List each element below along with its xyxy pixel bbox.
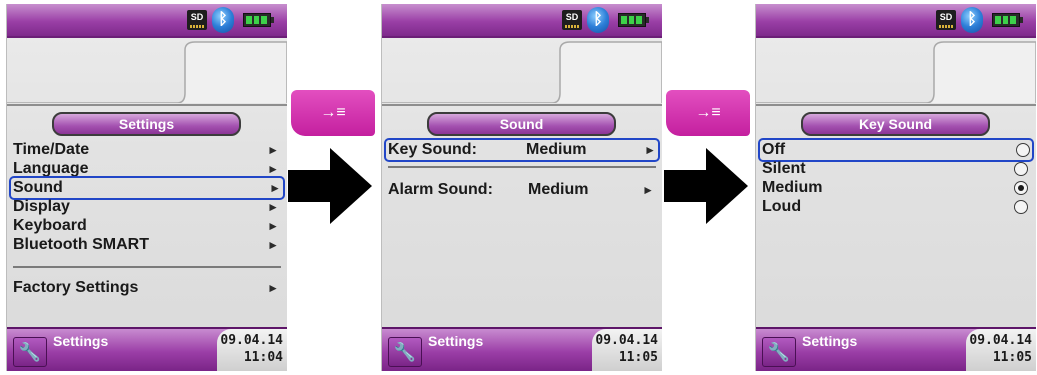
battery-icon <box>243 13 274 27</box>
menu-item-display[interactable]: Display ► <box>13 197 281 217</box>
chevron-right-icon: ► <box>267 219 279 233</box>
divider <box>13 266 281 268</box>
menu-item-alarm-sound[interactable]: Alarm Sound: Medium ► <box>388 180 656 200</box>
sd-card-icon: SD <box>936 10 956 30</box>
battery-icon <box>618 13 649 27</box>
settings-screen: SD ᛒ Time/Date ► Language ► Sound ► Display… <box>6 4 287 371</box>
screen-title: Key Sound <box>801 112 990 136</box>
footer-label: Settings <box>802 333 858 349</box>
wrench-icon[interactable]: 🔧 <box>388 337 422 367</box>
wrench-icon[interactable]: 🔧 <box>762 337 796 367</box>
datetime-display: 09.04.14 11:05 <box>592 329 662 371</box>
bottom-bar: 🔧 Settings 09.04.14 11:05 <box>756 327 1036 371</box>
arrow-right-icon <box>288 148 372 224</box>
radio-button-icon[interactable] <box>1014 200 1028 214</box>
date-text: 09.04.14 <box>220 333 283 348</box>
menu-item-sound[interactable]: Sound ► <box>9 176 285 200</box>
option-silent[interactable]: Silent <box>762 159 1030 179</box>
menu-item-time-date[interactable]: Time/Date ► <box>13 140 281 160</box>
chevron-right-icon: ► <box>267 200 279 214</box>
screen-title: Sound <box>427 112 616 136</box>
option-medium[interactable]: Medium <box>762 178 1030 198</box>
shortcut-button[interactable]: →≡ <box>666 90 750 136</box>
bluetooth-icon: ᛒ <box>961 7 983 33</box>
sd-card-icon: SD <box>187 10 207 30</box>
datetime-display: 09.04.14 11:04 <box>217 329 287 371</box>
menu-item-factory-settings[interactable]: Factory Settings ► <box>13 278 281 298</box>
menu-item-key-sound[interactable]: Key Sound: Medium ► <box>384 138 660 162</box>
menu-item-keyboard[interactable]: Keyboard ► <box>13 216 281 236</box>
wrench-icon[interactable]: 🔧 <box>13 337 47 367</box>
chevron-right-icon: ► <box>269 181 281 195</box>
bottom-bar: 🔧 Settings 09.04.14 11:04 <box>7 327 287 371</box>
chevron-right-icon: ► <box>267 281 279 295</box>
menu-item-language[interactable]: Language ► <box>13 159 281 179</box>
chevron-right-icon: ► <box>642 183 654 197</box>
chevron-right-icon: ► <box>644 143 656 157</box>
item-value: Medium <box>526 141 587 158</box>
screen-title: Settings <box>52 112 241 136</box>
chevron-right-icon: ► <box>267 162 279 176</box>
option-list: Off Silent Medium Loud <box>756 104 1036 332</box>
chevron-right-icon: ► <box>267 143 279 157</box>
time-text: 11:04 <box>243 350 283 365</box>
time-text: 11:05 <box>992 350 1032 365</box>
footer-label: Settings <box>428 333 484 349</box>
battery-icon <box>992 13 1023 27</box>
option-loud[interactable]: Loud <box>762 197 1030 217</box>
bluetooth-icon: ᛒ <box>587 7 609 33</box>
arrow-right-icon <box>664 148 748 224</box>
menu-list: Key Sound: Medium ► Alarm Sound: Medium … <box>382 104 662 332</box>
radio-button-selected-icon[interactable] <box>1014 181 1028 195</box>
date-text: 09.04.14 <box>595 333 658 348</box>
footer-label: Settings <box>53 333 109 349</box>
bottom-bar: 🔧 Settings 09.04.14 11:05 <box>382 327 662 371</box>
radio-button-icon[interactable] <box>1014 162 1028 176</box>
menu-list: Time/Date ► Language ► Sound ► Display ► Key… <box>7 104 287 332</box>
chevron-right-icon: ► <box>267 238 279 252</box>
item-label: Alarm Sound: <box>388 181 493 198</box>
sound-screen: SD ᛒ Key Sound: Medium ► Alarm Sound: Me… <box>381 4 662 371</box>
divider <box>388 166 656 168</box>
item-value: Medium <box>528 181 589 198</box>
status-bar: SD ᛒ <box>756 4 1036 38</box>
radio-button-icon[interactable] <box>1016 143 1030 157</box>
status-bar: SD ᛒ <box>382 4 662 38</box>
menu-item-bluetooth-smart[interactable]: Bluetooth SMART ► <box>13 235 281 255</box>
key-sound-screen: SD ᛒ Off Silent Medium Loud Key Sound 🔧 … <box>755 4 1036 371</box>
bluetooth-icon: ᛒ <box>212 7 234 33</box>
option-off[interactable]: Off <box>758 138 1034 162</box>
time-text: 11:05 <box>618 350 658 365</box>
tab-decoration <box>7 41 287 103</box>
item-label: Key Sound: <box>388 141 477 158</box>
tab-decoration <box>382 41 662 103</box>
datetime-display: 09.04.14 11:05 <box>966 329 1036 371</box>
sd-card-icon: SD <box>562 10 582 30</box>
status-bar: SD ᛒ <box>7 4 287 38</box>
tab-decoration <box>756 41 1036 103</box>
date-text: 09.04.14 <box>969 333 1032 348</box>
shortcut-button[interactable]: →≡ <box>291 90 375 136</box>
